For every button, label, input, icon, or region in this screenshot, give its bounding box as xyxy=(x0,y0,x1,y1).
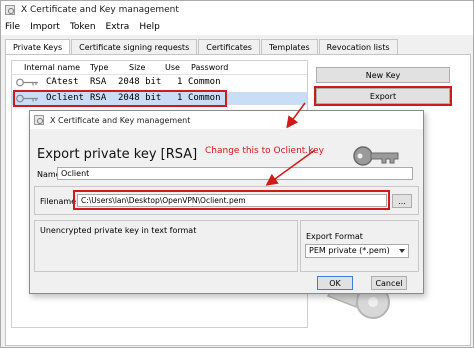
new-key-button[interactable]: New Key xyxy=(316,67,450,83)
key-icon xyxy=(16,78,38,87)
chevron-down-icon xyxy=(399,249,405,253)
menu-help[interactable]: Help xyxy=(139,22,160,32)
filename-label: Filename xyxy=(40,197,77,206)
dialog-titlebar: X Certificate and Key management xyxy=(30,111,423,129)
key-size: 2048 bit xyxy=(118,77,162,87)
dialog-title: X Certificate and Key management xyxy=(50,115,191,125)
col-size[interactable]: Size xyxy=(129,63,145,72)
app-icon xyxy=(34,115,44,125)
ok-button[interactable]: OK xyxy=(317,276,353,290)
tab-revocation-lists[interactable]: Revocation lists xyxy=(318,39,398,55)
key-graphic xyxy=(353,146,399,166)
description-box: Unencrypted private key in text format xyxy=(34,220,298,272)
main-titlebar: X Certificate and Key management xyxy=(1,1,473,18)
key-type: RSA xyxy=(90,77,107,87)
cancel-button[interactable]: Cancel xyxy=(371,276,407,290)
tab-csr[interactable]: Certificate signing requests xyxy=(71,39,198,55)
oclient-row-highlight xyxy=(13,90,227,107)
tab-private-keys[interactable]: Private Keys xyxy=(5,39,71,55)
list-header: Internal name Type Size Use Password xyxy=(12,61,307,75)
menu-token[interactable]: Token xyxy=(70,22,96,32)
export-format-select[interactable]: PEM private (*.pem) xyxy=(305,244,409,258)
export-format-value: PEM private (*.pem) xyxy=(309,246,390,255)
menubar: File Import Token Extra Help xyxy=(1,18,473,35)
export-dialog: X Certificate and Key management Export … xyxy=(29,110,424,294)
menu-file[interactable]: File xyxy=(5,22,20,32)
export-button-highlight xyxy=(314,86,452,106)
col-password[interactable]: Password xyxy=(191,63,228,72)
export-format-box: Export Format PEM private (*.pem) xyxy=(300,220,419,272)
app-icon xyxy=(5,4,15,15)
col-internal-name[interactable]: Internal name xyxy=(24,63,80,72)
tabbar: Private Keys Certificate signing request… xyxy=(5,39,399,55)
name-field[interactable]: Oclient xyxy=(57,167,413,180)
tab-certificates[interactable]: Certificates xyxy=(198,39,260,55)
key-password: Common xyxy=(188,77,221,87)
window-title: X Certificate and Key management xyxy=(21,4,179,15)
description-text: Unencrypted private key in text format xyxy=(40,226,197,235)
annotation-text: Change this to Oclient.key xyxy=(205,146,324,156)
filename-highlight xyxy=(73,190,390,210)
browse-button[interactable]: ... xyxy=(392,194,412,208)
key-use: 1 xyxy=(177,77,183,87)
export-format-label: Export Format xyxy=(306,232,363,241)
key-name: CAtest xyxy=(46,77,79,87)
key-row-catest[interactable]: CAtest RSA 2048 bit 1 Common xyxy=(12,76,307,89)
tab-templates[interactable]: Templates xyxy=(260,39,318,55)
menu-import[interactable]: Import xyxy=(30,22,60,32)
dialog-heading: Export private key [RSA] xyxy=(37,147,198,162)
menu-extra[interactable]: Extra xyxy=(106,22,130,32)
col-type[interactable]: Type xyxy=(90,63,108,72)
col-use[interactable]: Use xyxy=(165,63,180,72)
